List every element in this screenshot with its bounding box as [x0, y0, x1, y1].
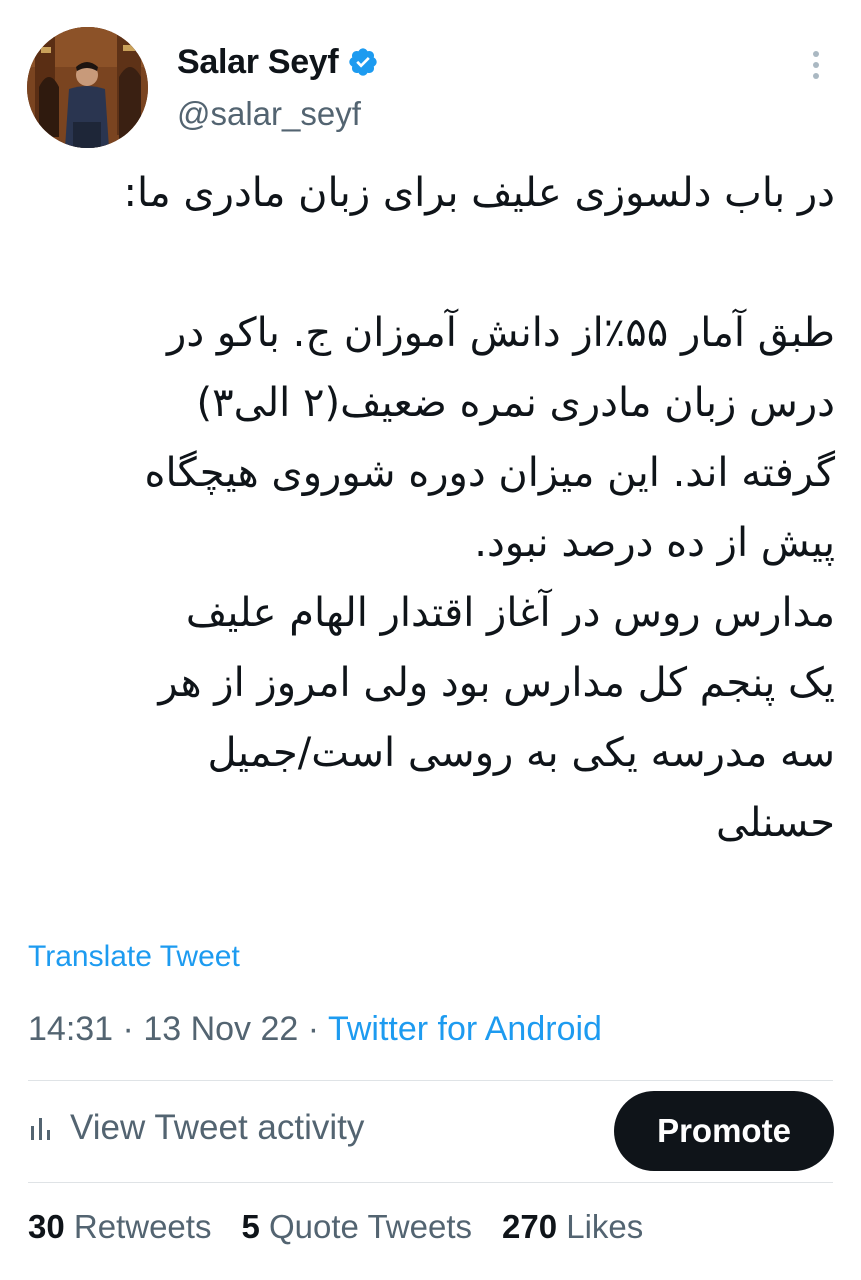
tweet-line: یک پنجم کل مدارس بود ولی امروز از هر: [158, 660, 835, 706]
quote-tweets-stat[interactable]: 5 Quote Tweets: [241, 1208, 472, 1246]
tweet-line: طبق آمار ۵۵٪از دانش آموزان ج. باکو در: [167, 310, 835, 356]
tweet-line: مدارس روس در آغاز اقتدار الهام علیف: [185, 590, 835, 636]
avatar[interactable]: [27, 27, 148, 148]
engagement-stats: 30 Retweets 5 Quote Tweets 270 Likes: [28, 1208, 673, 1246]
author-handle[interactable]: @salar_seyf: [177, 95, 361, 133]
more-options-icon[interactable]: [803, 45, 829, 85]
view-tweet-activity-label: View Tweet activity: [70, 1108, 365, 1147]
tweet-line: پیش از ده درصد نبود.: [474, 520, 835, 566]
tweet-source-link[interactable]: Twitter for Android: [328, 1010, 602, 1048]
tweet-time[interactable]: 14:31: [28, 1010, 113, 1048]
translate-tweet-link[interactable]: Translate Tweet: [28, 940, 240, 974]
tweet-metadata: 14:31 · 13 Nov 22 · Twitter for Android: [28, 1010, 602, 1049]
retweets-count: 30: [28, 1208, 65, 1245]
meta-separator: ·: [307, 1010, 328, 1048]
tweet-line: درس زبان مادری نمره ضعیف(۲ الی۳): [196, 380, 835, 426]
tweet-line: سه مدرسه یکی به روسی است/جمیل: [207, 730, 835, 776]
tweet-date[interactable]: 13 Nov 22: [143, 1010, 298, 1048]
tweet-line: گرفته اند. این میزان دوره شوروی هیچگاه: [144, 450, 836, 496]
meta-separator: ·: [122, 1010, 144, 1048]
quote-tweets-label: Quote Tweets: [268, 1208, 472, 1245]
retweets-stat[interactable]: 30 Retweets: [28, 1208, 211, 1246]
likes-label: Likes: [566, 1208, 644, 1245]
tweet-line: در باب دلسوزی علیف برای زبان مادری ما:: [123, 170, 835, 216]
tweet-line: حسنلی: [715, 800, 835, 846]
divider: [28, 1182, 833, 1183]
likes-count: 270: [502, 1208, 558, 1245]
verified-badge-icon: [347, 46, 379, 78]
likes-stat[interactable]: 270 Likes: [502, 1208, 643, 1246]
retweets-label: Retweets: [73, 1208, 212, 1245]
author-name[interactable]: Salar Seyf: [177, 43, 339, 82]
tweet-line: [30, 228, 835, 298]
bar-chart-icon: [31, 1118, 50, 1140]
quote-tweets-count: 5: [241, 1208, 260, 1245]
tweet-text: در باب دلسوزی علیف برای زبان مادری ما: ط…: [30, 158, 835, 858]
divider: [28, 1080, 833, 1081]
view-tweet-activity-button[interactable]: View Tweet activity: [28, 1108, 364, 1148]
promote-button[interactable]: Promote: [614, 1091, 834, 1171]
